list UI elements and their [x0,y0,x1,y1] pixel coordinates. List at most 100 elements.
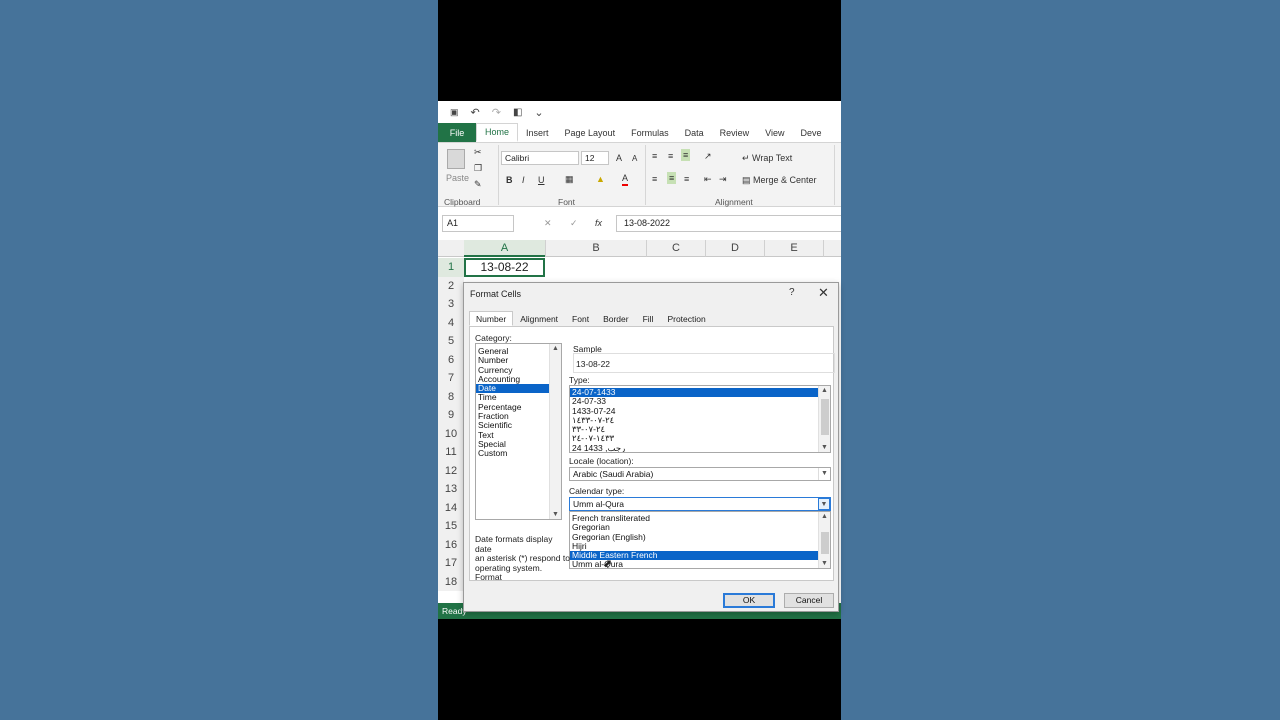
type-list[interactable]: 24-07-1433 24-07-33 1433-07-24 ٢٤-٠٧-١٤٣٣ ٢٤… [569,385,831,453]
calendar-select[interactable]: Umm al-Qura ▼ [569,497,831,511]
column-header-b[interactable]: B [545,240,646,257]
redo-icon[interactable]: ↷ [492,106,501,119]
help-button[interactable]: ? [789,287,795,298]
chevron-down-icon[interactable]: ▼ [818,468,830,480]
type-item[interactable]: ٢٤-٠٧-١٤٣٣ [570,415,818,425]
calendar-option[interactable]: Gregorian (English) [570,532,818,542]
cut-icon[interactable]: ✂ [474,146,482,158]
category-item[interactable]: Custom [476,448,550,458]
tab-number[interactable]: Number [469,311,514,326]
wrap-text-button[interactable]: ↵ Wrap Text [742,152,792,164]
cancel-entry-icon[interactable]: ✕ [544,217,552,229]
formula-input[interactable]: 13-08-2022 [616,215,841,232]
chevron-down-icon[interactable]: ▼ [818,498,830,510]
scroll-down-icon[interactable]: ▼ [821,444,828,451]
print-preview-icon[interactable]: ◧ [513,107,522,118]
decrease-indent-icon[interactable]: ⇤ [704,173,712,185]
column-header-c[interactable]: C [646,240,705,257]
copy-icon[interactable]: ❐ [474,162,482,174]
row-header[interactable]: 13 [438,480,464,499]
tab-border[interactable]: Border [596,311,636,326]
row-header[interactable]: 17 [438,554,464,573]
row-header[interactable]: 15 [438,517,464,536]
tab-review[interactable]: Review [712,123,758,142]
save-icon[interactable]: ▣ [450,107,459,118]
format-painter-icon[interactable]: ✎ [474,178,482,190]
scroll-up-icon[interactable]: ▲ [821,513,828,520]
orientation-icon[interactable]: ↗ [704,150,712,162]
underline-button[interactable]: U [538,174,545,186]
scroll-up-icon[interactable]: ▲ [821,387,828,394]
tab-page-layout[interactable]: Page Layout [557,123,624,142]
type-item[interactable]: 24-07-1433 [570,387,818,398]
paste-button[interactable]: Paste [446,172,469,184]
font-color-button[interactable]: A [622,173,629,186]
row-header[interactable]: 3 [438,295,464,314]
paste-icon[interactable] [447,149,465,169]
column-header-f[interactable] [823,240,841,257]
align-bottom-icon[interactable]: ≡ [681,149,691,161]
ok-button[interactable]: OK [723,593,775,608]
calendar-scrollbar[interactable]: ▲ ▼ [818,512,830,568]
italic-button[interactable]: I [522,174,525,186]
tab-home[interactable]: Home [476,123,519,142]
row-header[interactable]: 4 [438,313,464,332]
row-header[interactable]: 5 [438,332,464,351]
shrink-font-button[interactable]: A [632,153,637,165]
align-left-icon[interactable]: ≡ [652,173,657,185]
confirm-entry-icon[interactable]: ✓ [570,217,578,229]
font-size-select[interactable]: 12 [581,151,609,165]
column-header-a[interactable]: A [464,240,545,257]
tab-view[interactable]: View [757,123,792,142]
align-center-icon[interactable]: ≡ [667,172,677,184]
category-scrollbar[interactable]: ▲ ▼ [549,344,561,519]
tab-developer[interactable]: Deve [792,123,829,142]
tab-file[interactable]: File [438,123,476,142]
row-header[interactable]: 2 [438,276,464,295]
tab-protection[interactable]: Protection [660,311,712,326]
row-header[interactable]: 9 [438,406,464,425]
align-top-icon[interactable]: ≡ [652,150,657,162]
close-icon[interactable]: ✕ [818,285,829,301]
tab-formulas[interactable]: Formulas [623,123,677,142]
scroll-thumb[interactable] [821,399,829,435]
row-header[interactable]: 11 [438,443,464,462]
row-header[interactable]: 18 [438,572,464,591]
type-item[interactable]: 24 رجب, 1433 [570,443,818,452]
scroll-up-icon[interactable]: ▲ [552,345,559,352]
tab-insert[interactable]: Insert [518,123,557,142]
align-middle-icon[interactable]: ≡ [668,150,673,162]
bold-button[interactable]: B [506,174,513,186]
row-header[interactable]: 16 [438,535,464,554]
locale-select[interactable]: Arabic (Saudi Arabia) ▼ [569,467,831,481]
scroll-down-icon[interactable]: ▼ [552,511,559,518]
scroll-thumb[interactable] [821,532,829,554]
borders-icon[interactable]: ▦ [565,173,574,185]
row-header[interactable]: 1 [438,258,464,277]
row-header[interactable]: 8 [438,387,464,406]
scroll-down-icon[interactable]: ▼ [821,560,828,567]
customize-icon[interactable]: ⌄ [534,106,543,119]
row-header[interactable]: 14 [438,498,464,517]
insert-function-button[interactable]: fx [595,217,602,229]
merge-center-button[interactable]: ▤ Merge & Center [742,174,817,186]
name-box[interactable]: A1 [442,215,514,232]
cancel-button[interactable]: Cancel [784,593,834,608]
category-list[interactable]: General Number Currency Accounting Date Time P… [475,343,562,520]
undo-icon[interactable]: ↶ [471,106,480,119]
tab-alignment[interactable]: Alignment [513,311,565,326]
column-header-e[interactable]: E [764,240,823,257]
tab-font[interactable]: Font [565,311,596,326]
align-right-icon[interactable]: ≡ [684,173,689,185]
grow-font-button[interactable]: A [616,152,622,164]
tab-fill[interactable]: Fill [636,311,661,326]
row-header[interactable]: 12 [438,461,464,480]
row-header[interactable]: 10 [438,424,464,443]
tab-data[interactable]: Data [677,123,712,142]
increase-indent-icon[interactable]: ⇥ [719,173,727,185]
type-scrollbar[interactable]: ▲ ▼ [818,386,830,452]
row-header[interactable]: 7 [438,369,464,388]
select-all-corner[interactable] [438,240,464,257]
row-header[interactable]: 6 [438,350,464,369]
column-header-d[interactable]: D [705,240,764,257]
